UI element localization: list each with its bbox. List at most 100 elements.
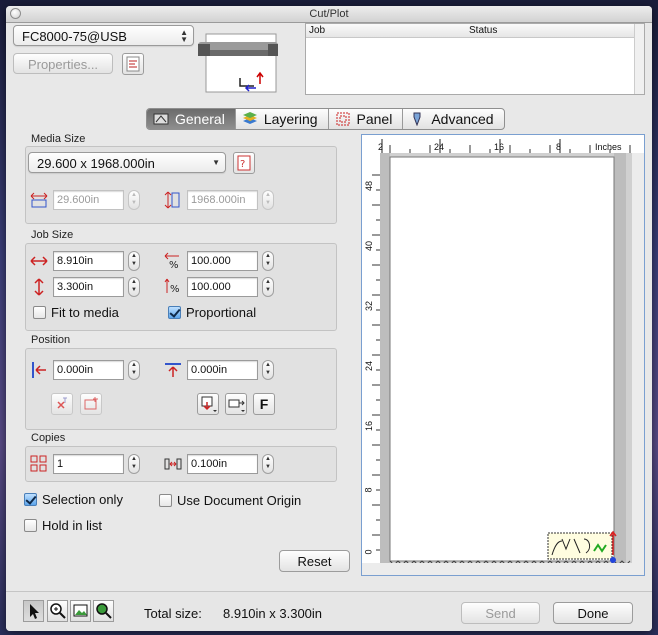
panel-icon xyxy=(336,112,350,126)
reset-origin-icon xyxy=(84,397,98,410)
fit-to-media-box[interactable] xyxy=(33,306,46,319)
job-height-icon xyxy=(34,278,44,296)
left-ruler-tick-40: 40 xyxy=(364,240,375,252)
job-height-percent-field[interactable]: 100.000 xyxy=(187,277,258,297)
fit-to-media-checkbox[interactable]: Fit to media xyxy=(33,305,119,320)
device-info-icon xyxy=(126,56,140,72)
left-ruler-tick-16: 16 xyxy=(364,420,375,432)
align-icon xyxy=(201,396,217,412)
advanced-icon xyxy=(413,112,421,126)
zoom-to-media-button[interactable] xyxy=(70,600,91,622)
selection-only-box[interactable] xyxy=(24,493,37,506)
tab-layering[interactable]: Layering xyxy=(236,109,329,129)
hold-in-list-checkbox[interactable]: Hold in list xyxy=(24,518,102,533)
bottom-bar: Total size: 8.910in x 3.300in Send Done xyxy=(6,591,652,631)
job-size-title: Job Size xyxy=(31,229,74,241)
selection-only-checkbox[interactable]: Selection only xyxy=(24,492,123,507)
position-x-field[interactable]: 0.000in xyxy=(53,360,124,380)
job-width-percent-stepper[interactable]: ▲ ▼ xyxy=(262,251,274,271)
tab-general-label: General xyxy=(175,111,225,127)
arrow-pointer-icon xyxy=(30,604,39,619)
hold-in-list-label: Hold in list xyxy=(42,518,102,533)
job-list-table[interactable]: Job Status xyxy=(305,23,645,95)
copy-spacing-stepper[interactable]: ▲ ▼ xyxy=(262,454,274,474)
job-table-scrollbar[interactable] xyxy=(634,24,644,94)
properties-button[interactable]: Properties... xyxy=(13,53,113,74)
media-info-button[interactable]: ? xyxy=(233,152,255,174)
job-height-field[interactable]: 3.300in xyxy=(53,277,124,297)
align-dropdown-button[interactable] xyxy=(197,393,219,415)
fit-to-media-label: Fit to media xyxy=(51,305,119,320)
left-ruler-tick-32: 32 xyxy=(364,300,375,312)
media-size-title: Media Size xyxy=(31,133,86,145)
tab-panel[interactable]: Panel xyxy=(329,109,404,129)
job-width-icon xyxy=(30,256,48,266)
selection-only-label: Selection only xyxy=(42,492,123,507)
media-length-icon xyxy=(164,191,180,209)
media-width-stepper[interactable]: ▲ ▼ xyxy=(128,190,140,210)
copy-spacing-field[interactable]: 0.100in xyxy=(187,454,258,474)
select-tool-button[interactable] xyxy=(23,600,44,622)
plotter-image-icon xyxy=(198,33,278,93)
tab-advanced-label: Advanced xyxy=(431,111,494,127)
device-select-value: FC8000-75@USB xyxy=(22,29,127,44)
tab-panel-label: Panel xyxy=(356,111,393,127)
total-size-value: 8.910in x 3.300in xyxy=(223,606,323,621)
device-info-button[interactable] xyxy=(122,53,144,75)
job-table-header: Job Status xyxy=(306,24,634,38)
tab-general[interactable]: General xyxy=(147,109,236,129)
updown-arrows-icon: ▲ ▼ xyxy=(180,28,188,44)
hold-in-list-box[interactable] xyxy=(24,519,37,532)
done-button[interactable]: Done xyxy=(553,602,633,624)
total-size-label: Total size: xyxy=(144,606,202,621)
top-ruler-tick-24: 24 xyxy=(434,142,445,152)
job-height-stepper[interactable]: ▲ ▼ xyxy=(128,277,140,297)
reset-button[interactable]: Reset xyxy=(279,550,350,572)
text-orientation-button[interactable]: F xyxy=(253,393,275,415)
cut-plot-window: Cut/Plot FC8000-75@USB ▲ ▼ Properties... … xyxy=(6,6,652,631)
status-column-header[interactable]: Status xyxy=(469,25,497,36)
zoom-in-button[interactable] xyxy=(47,600,68,622)
position-y-field[interactable]: 0.000in xyxy=(187,360,258,380)
use-document-origin-box[interactable] xyxy=(159,494,172,507)
position-x-stepper[interactable]: ▲ ▼ xyxy=(128,360,140,380)
media-width-icon xyxy=(30,192,48,208)
proportional-checkbox[interactable]: Proportional xyxy=(168,305,256,320)
zoom-job-icon xyxy=(96,603,112,619)
send-button[interactable]: Send xyxy=(461,602,540,624)
svg-text:%: % xyxy=(169,260,179,270)
job-width-field[interactable]: 8.910in xyxy=(53,251,124,271)
copies-count-field[interactable]: 1 xyxy=(53,454,124,474)
origin-dropdown-button[interactable] xyxy=(225,393,247,415)
device-select[interactable]: FC8000-75@USB ▲ ▼ xyxy=(13,25,194,46)
media-size-value: 29.600 x 1968.000in xyxy=(37,156,155,171)
zoom-to-job-button[interactable] xyxy=(93,600,114,622)
position-title: Position xyxy=(31,334,71,346)
dropdown-arrow-icon: ▼ xyxy=(212,158,220,167)
left-ruler-tick-48: 48 xyxy=(364,180,375,192)
use-document-origin-checkbox[interactable]: Use Document Origin xyxy=(159,493,301,508)
job-column-header[interactable]: Job xyxy=(309,25,325,36)
clear-position-button[interactable] xyxy=(51,393,73,415)
position-y-stepper[interactable]: ▲ ▼ xyxy=(262,360,274,380)
media-length-field[interactable]: 1968.000in xyxy=(187,190,258,210)
job-height-percent-stepper[interactable]: ▲ ▼ xyxy=(262,277,274,297)
general-icon xyxy=(153,113,169,125)
tab-bar: General Layering Panel Advanced xyxy=(146,108,505,130)
job-width-percent-field[interactable]: 100.000 xyxy=(187,251,258,271)
media-length-stepper[interactable]: ▲ ▼ xyxy=(262,190,274,210)
tab-advanced[interactable]: Advanced xyxy=(403,109,503,129)
job-width-percent-icon: % xyxy=(164,252,179,270)
copy-spacing-icon xyxy=(164,458,182,470)
preview-pane[interactable]: 2 24 16 8 Inches 48 40 32 24 16 8 0 xyxy=(361,134,645,576)
job-width-stepper[interactable]: ▲ ▼ xyxy=(128,251,140,271)
copies-icon xyxy=(30,455,47,472)
window-title: Cut/Plot xyxy=(309,8,349,20)
reset-origin-button[interactable] xyxy=(80,393,102,415)
copies-title: Copies xyxy=(31,432,66,444)
use-document-origin-label: Use Document Origin xyxy=(177,493,302,508)
media-width-field[interactable]: 29.600in xyxy=(53,190,124,210)
media-size-select[interactable]: 29.600 x 1968.000in ▼ xyxy=(28,152,226,173)
copies-count-stepper[interactable]: ▲ ▼ xyxy=(128,454,140,474)
proportional-box[interactable] xyxy=(168,306,181,319)
